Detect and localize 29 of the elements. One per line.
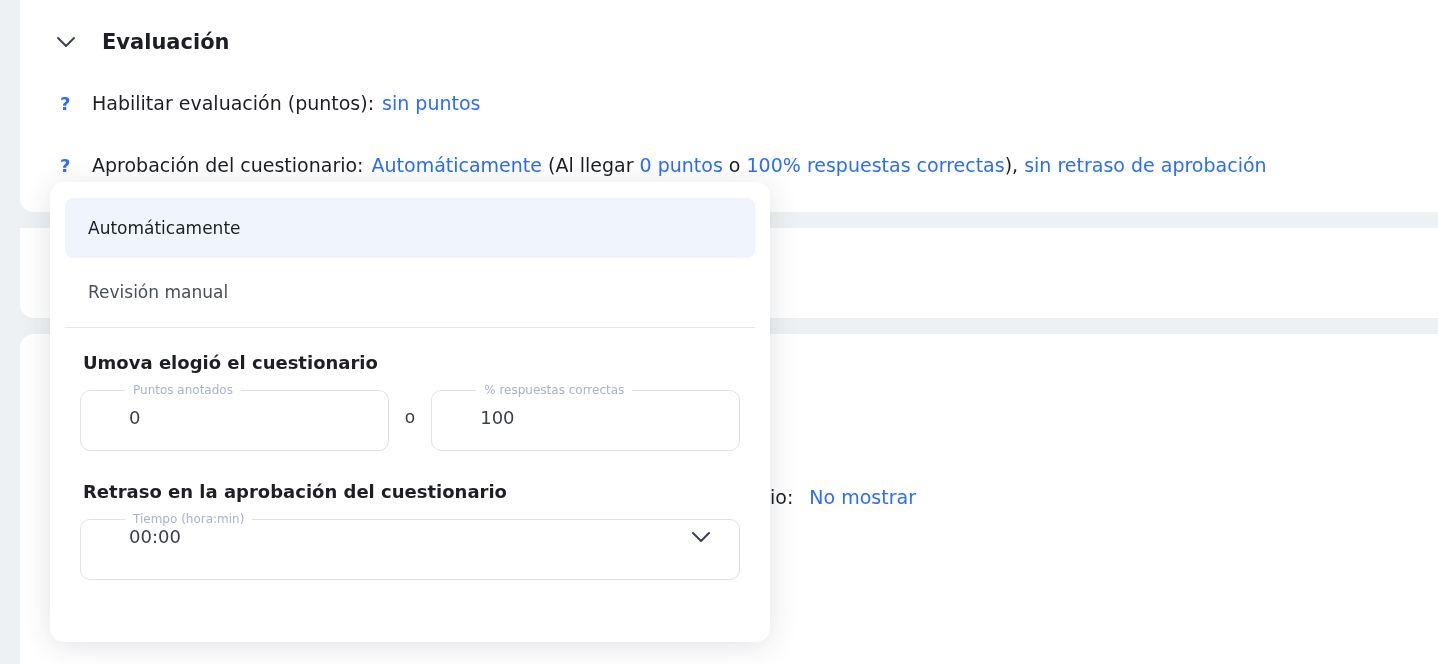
subheading: Umova elogió el cuestionario [83, 352, 379, 373]
setting-link[interactable]: 0 puntos [639, 154, 723, 176]
time-select[interactable]: Tiempo (hora:min) 00:00 [80, 512, 740, 580]
setting-link[interactable]: Automáticamente [371, 154, 542, 176]
setting-label: Aprobación del cuestionario: [92, 154, 364, 176]
field-value: 100 [480, 407, 515, 428]
select-value: 00:00 [129, 526, 182, 547]
setting-link[interactable]: 100% respuestas correctas [746, 154, 1005, 176]
separator-text: o [404, 407, 416, 427]
help-icon[interactable]: ? [60, 154, 92, 176]
chevron-icon [691, 530, 711, 543]
setting-value: Automáticamente (Al llegar 0 puntos o 100% respuestas correctas), sin retraso de aprobación [371, 154, 1267, 176]
section-title: Evaluación [102, 30, 230, 54]
menu-option[interactable]: Automáticamente [65, 198, 755, 258]
setting-label: Habilitar evaluación (puntos): [92, 92, 375, 114]
input-field[interactable]: Puntos anotados 0 [80, 383, 389, 451]
subheading: Retraso en la aprobación del cuestionario [83, 481, 508, 502]
field-value: 0 [129, 407, 141, 428]
help-icon[interactable]: ? [60, 92, 92, 114]
menu-option[interactable]: Revisión manual [65, 262, 755, 322]
field-label: Tiempo (hora:min) [132, 512, 246, 526]
setting-link[interactable]: No mostrar [809, 486, 916, 508]
field-label: % respuestas correctas [483, 383, 626, 397]
chevron-icon[interactable] [56, 36, 76, 48]
input-field[interactable]: % respuestas correctas 100 [431, 383, 740, 451]
setting-link[interactable]: sin puntos [382, 92, 481, 114]
setting-link[interactable]: sin retraso de aprobación [1024, 154, 1267, 176]
setting-label: io: [770, 486, 794, 508]
field-label: Puntos anotados [132, 383, 234, 397]
